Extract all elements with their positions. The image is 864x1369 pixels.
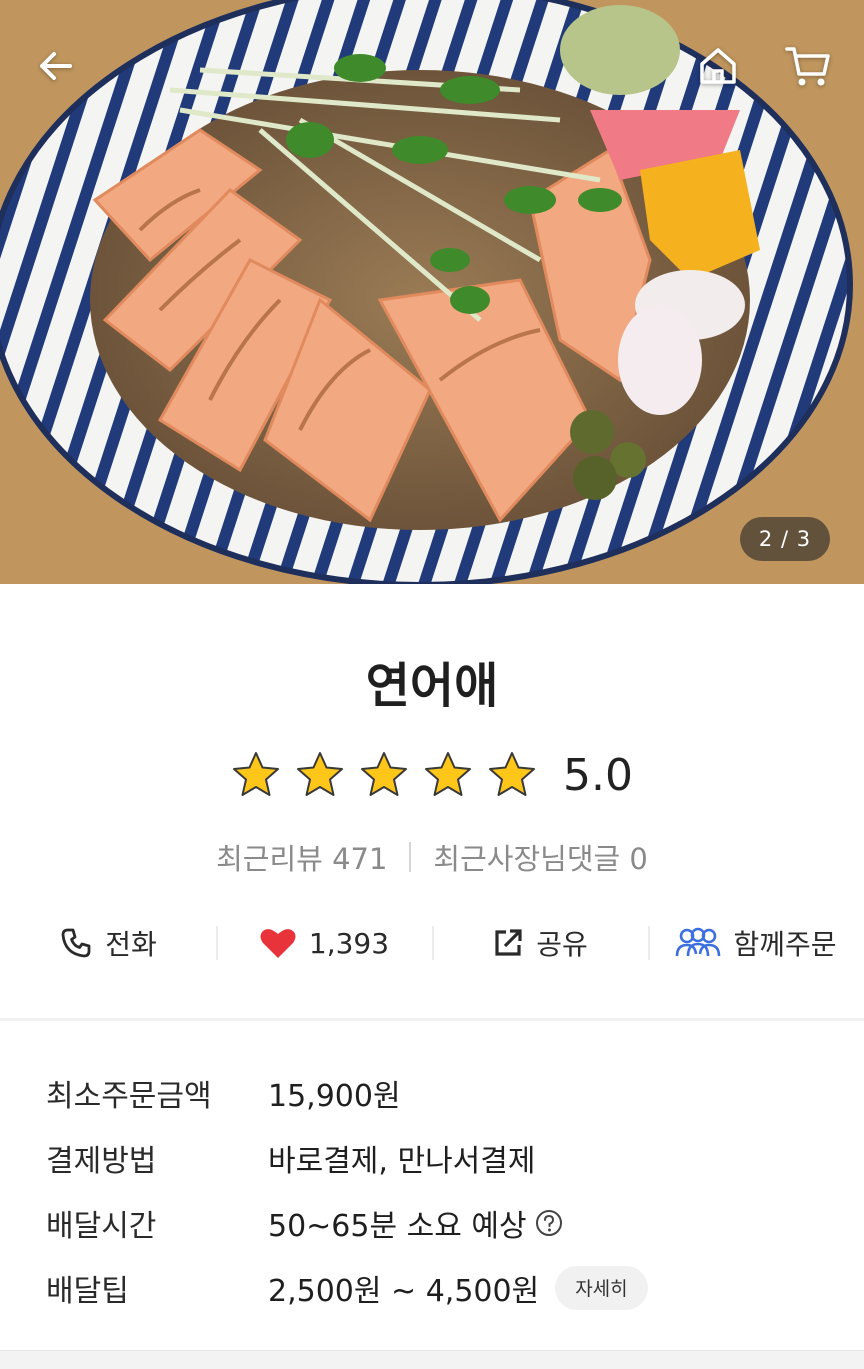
share-label: 공유 bbox=[536, 928, 588, 961]
arrow-left-icon bbox=[40, 52, 72, 80]
image-page-indicator: 2 / 3 bbox=[740, 517, 830, 561]
call-label: 전화 bbox=[105, 928, 157, 961]
group-order-label: 함께주문 bbox=[733, 928, 837, 961]
section-divider bbox=[0, 1018, 864, 1021]
store-name: 연어애 bbox=[365, 658, 499, 714]
delivery-tip-value-wrap: 2,500원 ~ 4,500원 자세히 bbox=[268, 1265, 648, 1310]
cart-icon bbox=[785, 47, 830, 86]
delivery-time-label: 배달시간 bbox=[46, 1208, 157, 1244]
delivery-tip-label: 배달팁 bbox=[46, 1273, 129, 1309]
payment-value: 바로결제, 만나서결제 bbox=[268, 1143, 536, 1179]
rating-value: 5.0 bbox=[563, 749, 633, 801]
phone-icon bbox=[61, 928, 91, 958]
heart-icon bbox=[260, 929, 296, 958]
back-button[interactable] bbox=[26, 36, 86, 96]
star-rating bbox=[231, 750, 537, 800]
delivery-time-row: 배달시간 50~65분 소요 예상 bbox=[46, 1190, 846, 1255]
group-order-button[interactable]: 함께주문 bbox=[648, 912, 864, 974]
help-circle-icon[interactable] bbox=[535, 1209, 563, 1237]
like-count: 1,393 bbox=[308, 926, 390, 960]
home-button[interactable] bbox=[688, 36, 748, 96]
star-icon bbox=[425, 752, 471, 796]
min-order-value: 15,900원 bbox=[268, 1078, 401, 1114]
like-button[interactable]: 1,393 bbox=[216, 912, 432, 974]
payment-label: 결제방법 bbox=[46, 1143, 157, 1179]
food-photo[interactable]: 2 / 3 bbox=[0, 0, 864, 584]
cart-button[interactable] bbox=[778, 36, 838, 96]
recent-reviews-link[interactable]: 최근리뷰 471 bbox=[216, 836, 387, 878]
share-button[interactable]: 공유 bbox=[432, 912, 648, 974]
owner-comments-link[interactable]: 최근사장님댓글 0 bbox=[433, 836, 647, 878]
group-icon bbox=[676, 927, 721, 957]
min-order-row: 최소주문금액 15,900원 bbox=[46, 1060, 846, 1125]
star-icon bbox=[233, 752, 279, 796]
star-icon bbox=[361, 752, 407, 796]
delivery-tip-value: 2,500원 ~ 4,500원 bbox=[268, 1273, 540, 1309]
payment-row: 결제방법 바로결제, 만나서결제 bbox=[46, 1125, 846, 1190]
min-order-label: 최소주문금액 bbox=[46, 1078, 212, 1114]
delivery-tip-row: 배달팁 2,500원 ~ 4,500원 자세히 bbox=[46, 1255, 846, 1320]
delivery-tip-detail-button[interactable]: 자세히 bbox=[555, 1265, 648, 1310]
call-button[interactable]: 전화 bbox=[0, 912, 216, 974]
home-icon bbox=[700, 48, 736, 84]
store-info-table: 최소주문금액 15,900원 결제방법 바로결제, 만나서결제 배달시간 50~… bbox=[46, 1060, 846, 1320]
star-icon bbox=[489, 752, 535, 796]
review-summary: 최근리뷰 471 최근사장님댓글 0 bbox=[0, 836, 864, 878]
divider bbox=[409, 842, 412, 872]
bottom-band bbox=[0, 1350, 864, 1369]
rating-row[interactable]: 5.0 bbox=[0, 740, 864, 810]
star-icon bbox=[297, 752, 343, 796]
share-icon bbox=[495, 929, 522, 956]
action-bar: 전화 1,393 공유 함께주문 bbox=[0, 912, 864, 974]
delivery-time-value-wrap: 50~65분 소요 예상 bbox=[268, 1201, 563, 1245]
delivery-time-value: 50~65분 소요 예상 bbox=[268, 1208, 527, 1244]
